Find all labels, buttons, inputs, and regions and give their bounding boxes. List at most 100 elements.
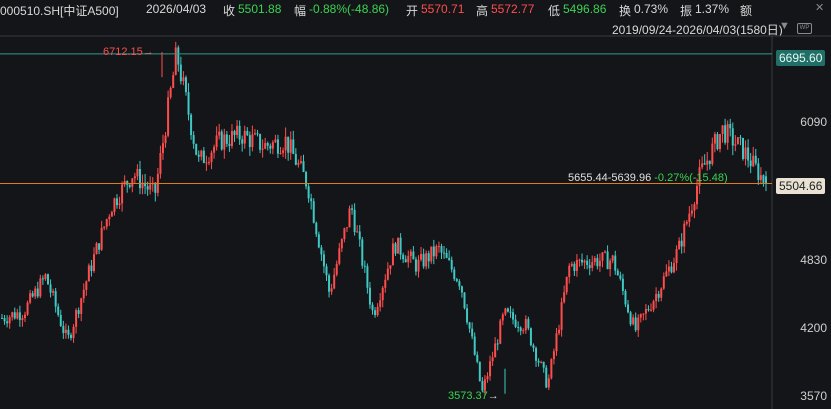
candle-body (77, 310, 80, 314)
candle-body (736, 137, 739, 145)
candle-body (404, 259, 407, 263)
candle-body (512, 312, 515, 320)
max-point-value: 6712.15 (103, 46, 143, 58)
candle-body (297, 162, 300, 165)
candle-body (118, 203, 121, 206)
candle-body (356, 231, 359, 233)
candle-body (642, 313, 645, 315)
candle-body (614, 255, 617, 271)
candle-body (721, 125, 724, 135)
plot-background (0, 36, 831, 409)
candle-body (660, 288, 663, 298)
candle-body (696, 185, 699, 205)
candle-body (726, 124, 729, 143)
candle-body (57, 306, 60, 315)
candle-body (279, 152, 282, 154)
candle-body (471, 328, 474, 337)
candle-body (299, 161, 302, 163)
y-tick-label: 4200 (800, 321, 827, 335)
candle-body (368, 287, 371, 305)
measure-range: 5655.44-5639.96 (568, 172, 652, 184)
candle-body (609, 260, 612, 270)
candle-body (361, 239, 364, 266)
candle-body (673, 263, 676, 273)
candle-body (417, 259, 420, 272)
candle-body (136, 168, 139, 177)
candle-body (757, 163, 760, 180)
candle-body (711, 143, 714, 165)
candle-body (749, 160, 752, 167)
candle-body (174, 47, 177, 75)
candle-body (616, 270, 619, 276)
candle-body (200, 150, 203, 157)
candle-body (409, 251, 412, 257)
candle-body (527, 319, 530, 329)
candle-body (593, 257, 596, 262)
candle-body (3, 318, 6, 322)
candle-body (261, 148, 264, 150)
candle-body (305, 172, 308, 187)
candle-body (440, 246, 443, 253)
candle-body (657, 293, 660, 298)
candle-body (765, 176, 767, 184)
candle-body (532, 345, 535, 348)
candle-body (187, 92, 190, 115)
candle-body (16, 312, 19, 319)
candle-body (381, 287, 384, 301)
candle-body (384, 279, 387, 288)
candle-body (578, 259, 581, 261)
candle-body (310, 198, 313, 202)
candle-body (292, 139, 295, 154)
candle-body (634, 317, 637, 331)
candle-body (693, 204, 696, 211)
candle-body (302, 161, 305, 173)
candle-body (164, 135, 167, 144)
candle-body (489, 361, 492, 377)
candle-body (565, 276, 568, 293)
candle-body (499, 320, 502, 344)
candle-body (604, 251, 607, 253)
candle-body (345, 227, 348, 229)
candle-body (371, 304, 374, 311)
candle-body (402, 254, 405, 260)
candle-body (719, 134, 722, 150)
candle-body (545, 367, 548, 388)
candle-body (276, 139, 279, 154)
candle-body (105, 219, 108, 227)
current-price-tag: 5504.66 (776, 178, 826, 194)
candle-body (23, 314, 26, 319)
candle-body (246, 130, 249, 136)
candle-body (386, 268, 389, 280)
candle-body (108, 216, 111, 220)
candle-body (517, 326, 520, 328)
max-point-label: 6712.15→ (103, 46, 154, 58)
candle-body (322, 254, 325, 267)
candle-body (325, 266, 328, 276)
candle-body (338, 248, 341, 264)
candle-body (596, 257, 599, 267)
candle-body (312, 201, 315, 223)
candle-body (46, 274, 49, 285)
candle-body (172, 74, 175, 88)
candle-body (266, 143, 269, 146)
candle-body (251, 134, 254, 147)
candle-body (62, 326, 65, 334)
candle-body (716, 134, 719, 150)
candle-body (328, 275, 331, 292)
candle-body (36, 288, 39, 297)
candle-body (453, 269, 456, 280)
candle-body (121, 184, 124, 204)
candle-body (473, 336, 476, 355)
candle-body (463, 292, 466, 309)
candle-body (289, 139, 292, 153)
candle-body (575, 260, 578, 271)
candle-body (422, 253, 425, 267)
candle-body (366, 266, 369, 288)
candle-body (754, 155, 757, 164)
candle-body (650, 309, 653, 311)
candle-body (202, 150, 205, 163)
candle-body (606, 251, 609, 270)
candlestick-chart[interactable] (0, 0, 831, 409)
arrow-right-icon: → (142, 46, 154, 58)
candle-body (542, 361, 545, 368)
